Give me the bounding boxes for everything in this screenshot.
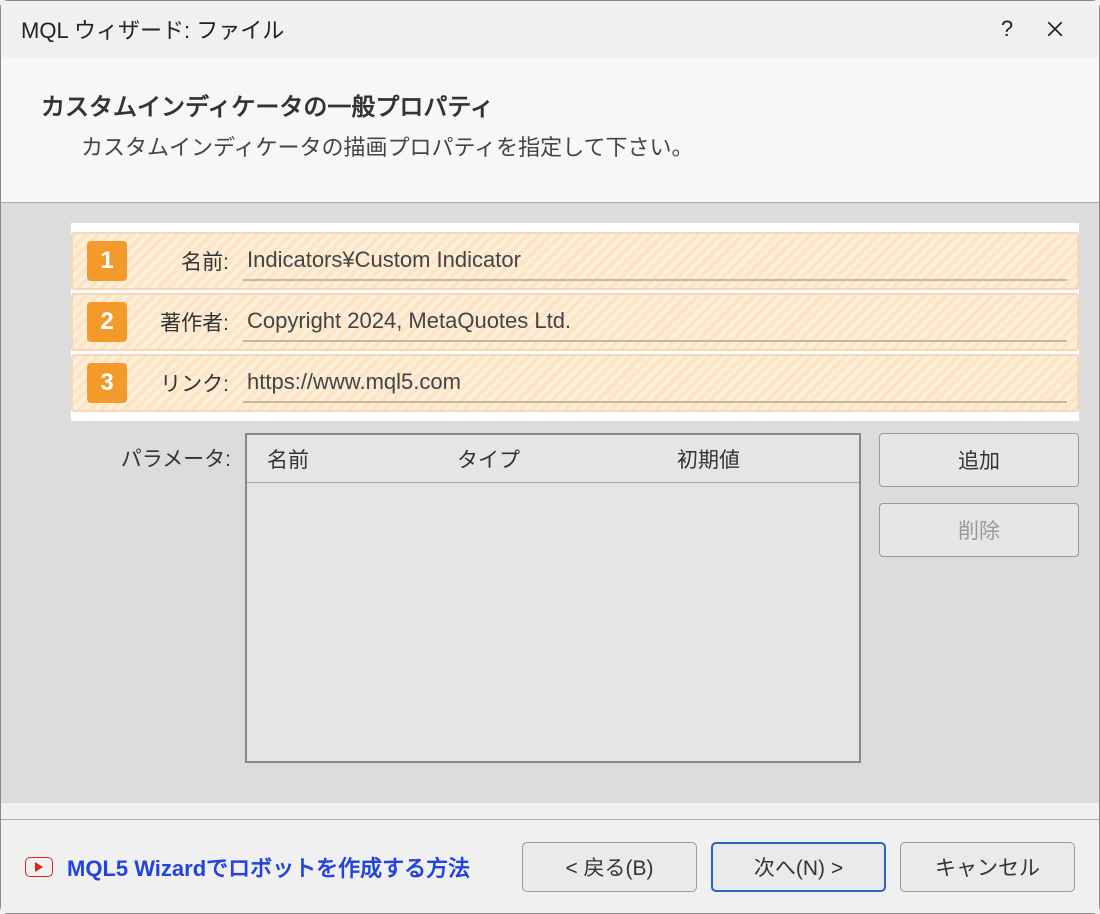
footer-left: MQL5 Wizardでロボットを作成する方法 — [25, 851, 522, 883]
name-label: 名前: — [141, 246, 229, 276]
link-row: 3 リンク: — [71, 354, 1079, 412]
author-input[interactable] — [243, 302, 1067, 342]
footer-buttons: < 戻る(B) 次へ(N) > キャンセル — [522, 842, 1075, 892]
badge-2: 2 — [87, 302, 127, 342]
col-type[interactable]: タイプ — [437, 444, 657, 474]
name-input[interactable] — [243, 241, 1067, 281]
remove-button[interactable]: 削除 — [879, 503, 1079, 557]
titlebar: MQL ウィザード: ファイル ? — [1, 1, 1099, 57]
tutorial-link[interactable]: MQL5 Wizardでロボットを作成する方法 — [67, 851, 470, 883]
cancel-button[interactable]: キャンセル — [900, 842, 1075, 892]
col-initial[interactable]: 初期値 — [657, 444, 859, 474]
page-title: カスタムインディケータの一般プロパティ — [41, 87, 1059, 122]
help-icon: ? — [1001, 16, 1013, 42]
col-name[interactable]: 名前 — [247, 444, 437, 474]
link-label: リンク: — [141, 368, 229, 398]
close-icon — [1046, 20, 1064, 38]
help-button[interactable]: ? — [983, 5, 1031, 53]
page-subtitle: カスタムインディケータの描画プロパティを指定して下さい。 — [41, 130, 1059, 162]
link-input[interactable] — [243, 363, 1067, 403]
highlighted-fields: 1 名前: 2 著作者: 3 リンク: — [71, 223, 1079, 421]
back-button[interactable]: < 戻る(B) — [522, 842, 697, 892]
window-title: MQL ウィザード: ファイル — [21, 13, 983, 45]
params-table-header: 名前 タイプ 初期値 — [247, 435, 859, 483]
params-section: パラメータ: 名前 タイプ 初期値 追加 削除 — [71, 433, 1079, 763]
youtube-icon — [25, 857, 53, 877]
footer: MQL5 Wizardでロボットを作成する方法 < 戻る(B) 次へ(N) > … — [1, 819, 1099, 913]
params-table[interactable]: 名前 タイプ 初期値 — [245, 433, 861, 763]
add-button[interactable]: 追加 — [879, 433, 1079, 487]
content-area: 1 名前: 2 著作者: 3 リンク: パラメータ: 名前 タイプ 初期値 追加… — [1, 203, 1099, 803]
author-label: 著作者: — [141, 307, 229, 337]
header-section: カスタムインディケータの一般プロパティ カスタムインディケータの描画プロパティを… — [1, 57, 1099, 203]
params-label: パラメータ: — [71, 433, 231, 473]
name-row: 1 名前: — [71, 232, 1079, 290]
badge-3: 3 — [87, 363, 127, 403]
author-row: 2 著作者: — [71, 293, 1079, 351]
badge-1: 1 — [87, 241, 127, 281]
params-buttons: 追加 削除 — [879, 433, 1079, 557]
close-button[interactable] — [1031, 5, 1079, 53]
next-button[interactable]: 次へ(N) > — [711, 842, 886, 892]
